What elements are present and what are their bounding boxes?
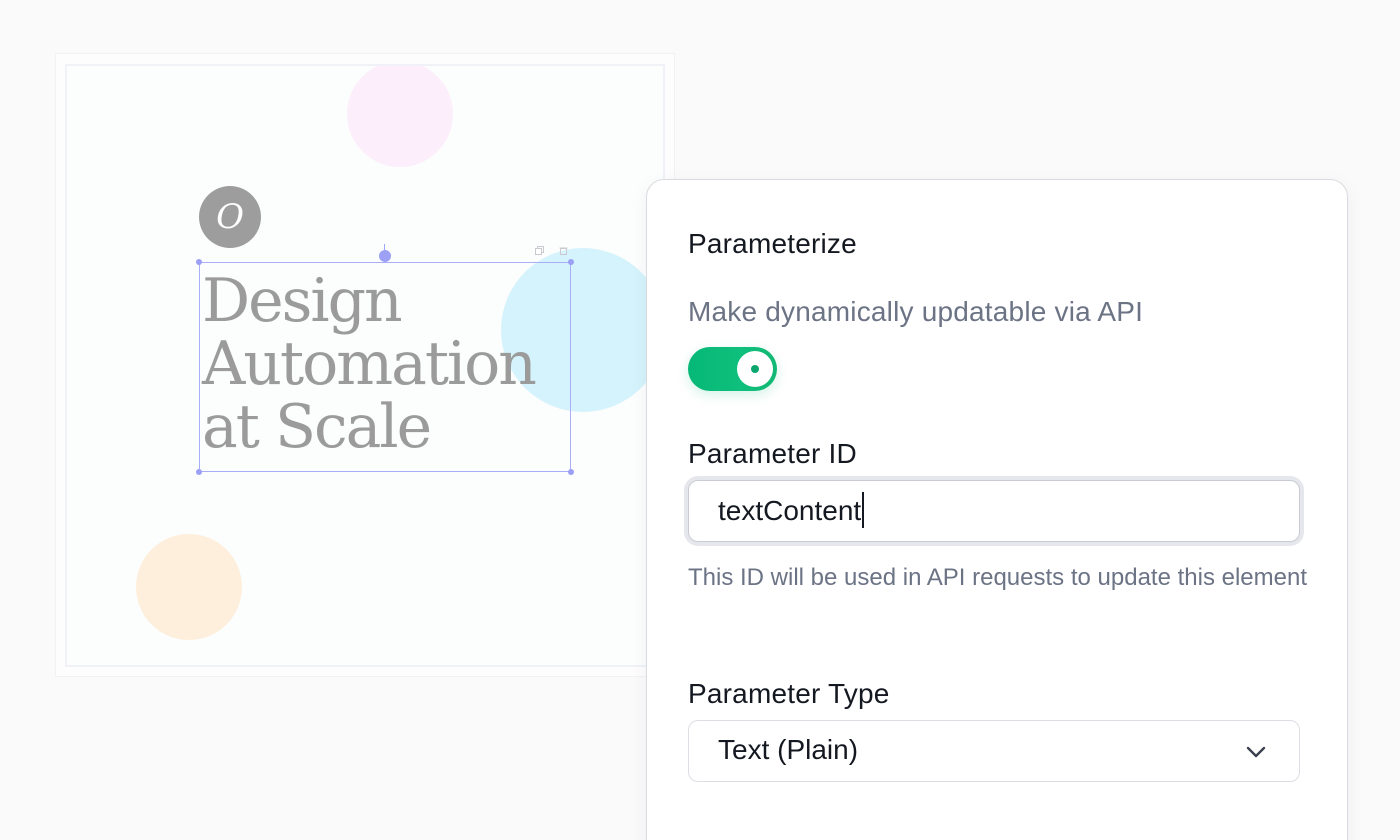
parameter-id-input[interactable] — [688, 480, 1300, 542]
resize-handle-top-right[interactable] — [568, 259, 574, 265]
text-caret — [862, 492, 865, 528]
peach-circle-shape[interactable] — [136, 534, 242, 640]
parameter-type-label: Parameter Type — [688, 678, 890, 709]
parameter-type-select[interactable]: Text (Plain) — [688, 720, 1300, 782]
parameter-id-helper: This ID will be used in API requests to … — [688, 564, 1307, 591]
parameterize-toggle[interactable] — [688, 347, 777, 391]
headline-line-3: at Scale — [202, 392, 432, 462]
duplicate-icon[interactable] — [535, 246, 544, 255]
logo-glyph: O — [216, 197, 244, 237]
parameterize-panel: Parameterize Make dynamically updatable … — [646, 179, 1348, 840]
resize-handle-bottom-right[interactable] — [568, 469, 574, 475]
panel-title: Parameterize — [688, 228, 857, 259]
pink-circle-shape[interactable] — [347, 66, 453, 167]
delete-icon[interactable] — [559, 246, 568, 255]
headline-text[interactable]: Design Automation at Scale — [202, 270, 582, 459]
toggle-knob — [737, 351, 773, 387]
resize-handle-bottom-left[interactable] — [196, 469, 202, 475]
toggle-dot-icon — [751, 365, 759, 373]
resize-handle-top-left[interactable] — [196, 259, 202, 265]
headline-line-2: Automation — [202, 329, 537, 399]
editor-stage: O Design Automation at Scale Parameteriz… — [0, 0, 1400, 840]
headline-line-1: Design — [202, 266, 403, 336]
rotate-handle[interactable] — [379, 250, 391, 262]
parameter-type-value: Text (Plain) — [718, 734, 859, 765]
chevron-down-icon — [1246, 746, 1266, 758]
logo-badge[interactable]: O — [199, 186, 261, 248]
panel-subtitle: Make dynamically updatable via API — [688, 296, 1144, 327]
parameter-id-label: Parameter ID — [688, 438, 857, 469]
